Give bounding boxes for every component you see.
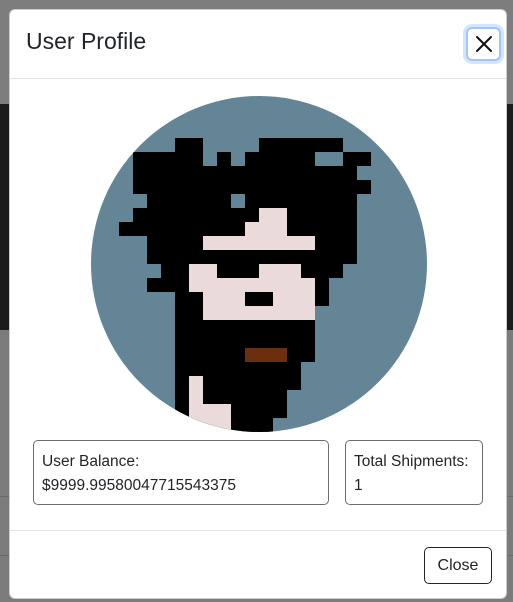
total-shipments-box: Total Shipments: 1	[345, 440, 483, 505]
modal-footer: Close	[10, 530, 506, 598]
shipments-value: 1	[354, 477, 363, 494]
modal-header: User Profile	[10, 10, 506, 79]
modal-body: User Balance: $9999.99580047715543375 To…	[10, 79, 506, 531]
user-balance-box: User Balance: $9999.99580047715543375	[33, 440, 329, 505]
shipments-label: Total Shipments:	[354, 453, 469, 470]
pixel-avatar-image	[119, 138, 371, 432]
close-x-button[interactable]	[466, 27, 501, 61]
avatar	[91, 96, 427, 432]
close-icon	[475, 36, 492, 52]
balance-label: User Balance:	[42, 453, 140, 470]
modal-title: User Profile	[26, 28, 147, 54]
user-profile-modal: User Profile User Balance: $9999.9958004…	[9, 9, 507, 599]
balance-value: $9999.99580047715543375	[42, 477, 236, 494]
close-button[interactable]: Close	[424, 547, 492, 584]
